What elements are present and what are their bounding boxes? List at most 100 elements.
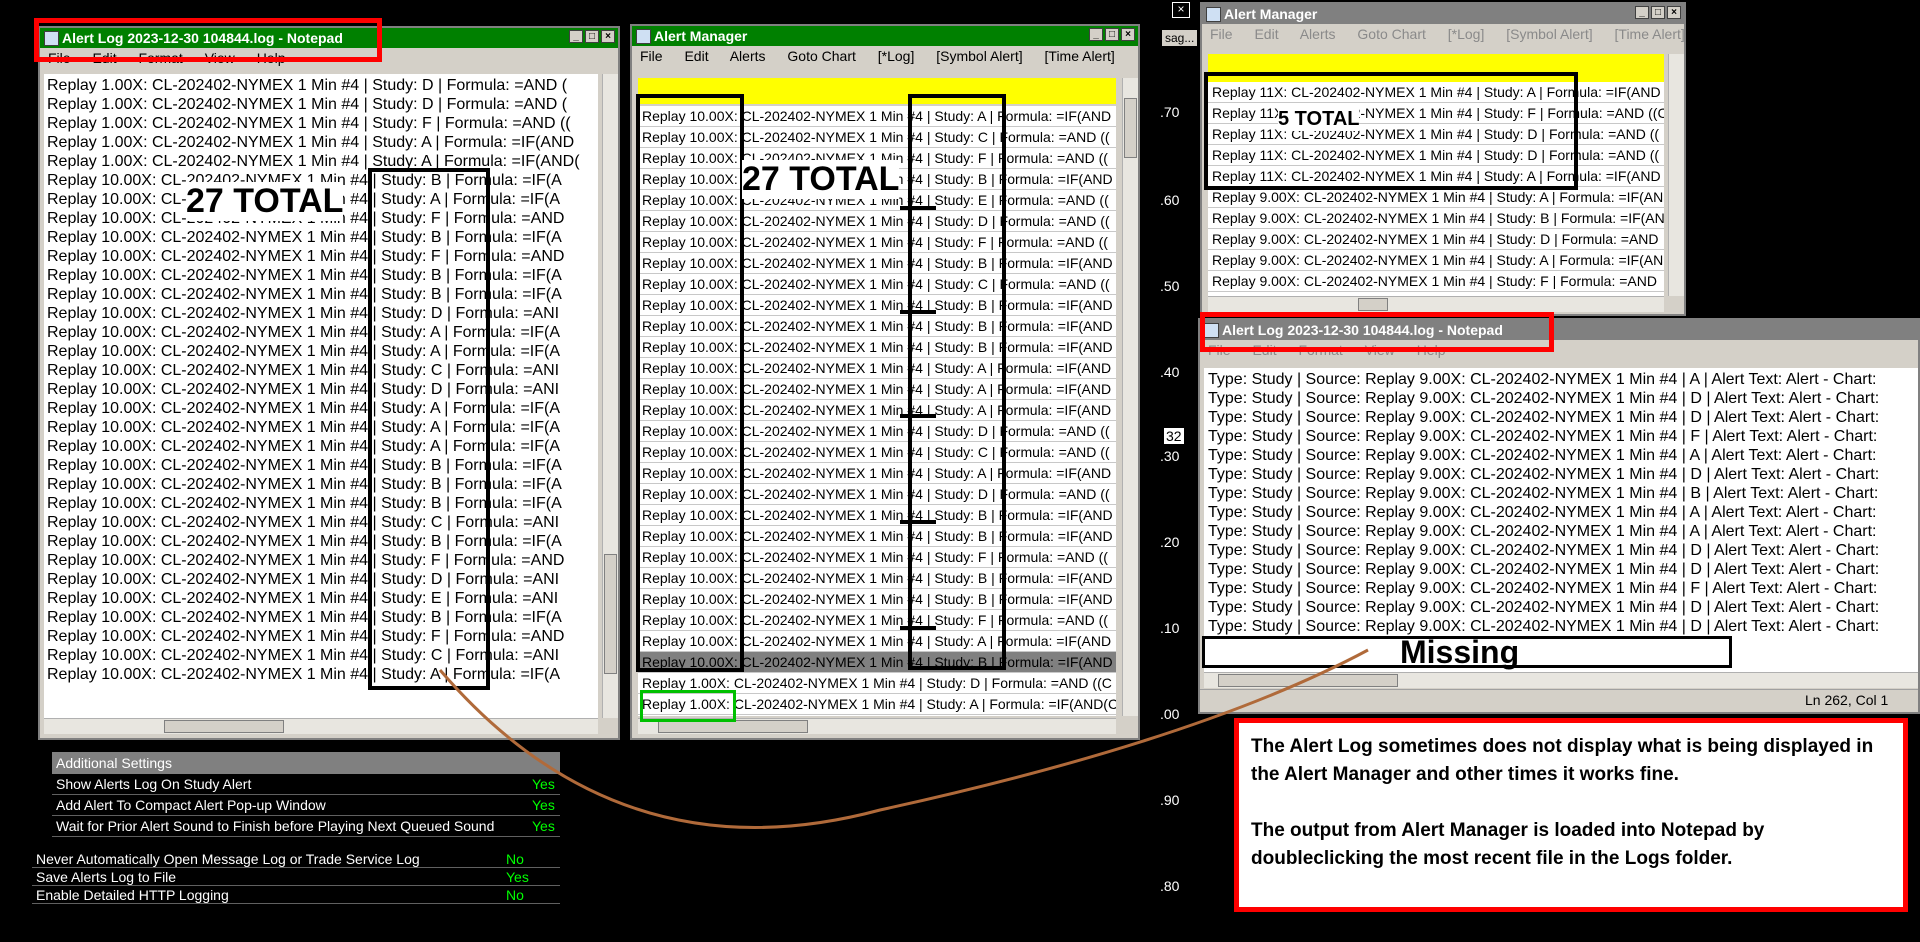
settings-value[interactable]: Yes	[532, 774, 555, 795]
alert-row[interactable]: Replay 10.00X: CL-202402-NYMEX 1 Min #4 …	[638, 526, 1116, 547]
menu-edit[interactable]: Edit	[1252, 342, 1276, 358]
alert-row[interactable]: Replay 10.00X: CL-202402-NYMEX 1 Min #4 …	[638, 337, 1116, 358]
scroll-thumb[interactable]	[164, 720, 284, 733]
settings-value[interactable]: Yes	[532, 816, 555, 837]
notepad-alert-log-window[interactable]: Alert Log 2023-12-30 104844.log - Notepa…	[38, 26, 620, 740]
scroll-thumb[interactable]	[1358, 298, 1388, 311]
alert-row[interactable]: Replay 10.00X: CL-202402-NYMEX 1 Min #4 …	[638, 379, 1116, 400]
menu-log[interactable]: [*Log]	[878, 48, 915, 64]
menu-edit[interactable]: Edit	[1254, 26, 1278, 42]
alert-row[interactable]: Replay 10.00X: CL-202402-NYMEX 1 Min #4 …	[638, 484, 1116, 505]
menu-edit[interactable]: Edit	[92, 50, 116, 66]
maximize-icon[interactable]: □	[585, 30, 599, 43]
notepad-text-area[interactable]: Type: Study | Source: Replay 9.00X: CL-2…	[1204, 368, 1918, 672]
menu-file[interactable]: File	[48, 50, 71, 66]
alert-row[interactable]: Replay 10.00X: CL-202402-NYMEX 1 Min #4 …	[638, 589, 1116, 610]
vertical-scrollbar[interactable]	[1668, 54, 1684, 296]
menu-alerts[interactable]: Alerts	[730, 48, 766, 64]
menu-symbol-alert[interactable]: [Symbol Alert]	[1506, 26, 1592, 42]
alert-row[interactable]: Replay 10.00X: CL-202402-NYMEX 1 Min #4 …	[638, 211, 1116, 232]
menu-edit[interactable]: Edit	[684, 48, 708, 64]
alert-row[interactable]: Replay 9.00X: CL-202402-NYMEX 1 Min #4 |…	[1208, 229, 1664, 250]
alert-row[interactable]: Replay 10.00X: CL-202402-NYMEX 1 Min #4 …	[638, 568, 1116, 589]
horizontal-scrollbar[interactable]	[44, 718, 598, 734]
minimize-icon[interactable]: _	[1635, 6, 1649, 19]
alert-row[interactable]: Replay 10.00X: CL-202402-NYMEX 1 Min #4 …	[638, 421, 1116, 442]
alert-row[interactable]: Replay 10.00X: CL-202402-NYMEX 1 Min #4 …	[638, 400, 1116, 421]
alert-manager-title-bar[interactable]: Alert Manager _ □ ×	[632, 26, 1138, 46]
alert-row[interactable]: Replay 10.00X: CL-202402-NYMEX 1 Min #4 …	[638, 127, 1116, 148]
alert-row[interactable]: Replay 10.00X: CL-202402-NYMEX 1 Min #4 …	[638, 505, 1116, 526]
menu-format[interactable]: Format	[1298, 342, 1342, 358]
menu-file[interactable]: File	[1210, 26, 1233, 42]
menu-log[interactable]: [*Log]	[1448, 26, 1485, 42]
alert-manager-window[interactable]: Alert Manager _ □ × File Edit Alerts Got…	[630, 24, 1140, 740]
menu-view[interactable]: View	[1365, 342, 1395, 358]
horizontal-scrollbar[interactable]	[1208, 296, 1664, 312]
menu-format[interactable]: Format	[138, 50, 182, 66]
alert-row[interactable]: Replay 9.00X: CL-202402-NYMEX 1 Min #4 |…	[1208, 271, 1664, 292]
horizontal-scrollbar[interactable]	[1204, 672, 1918, 688]
alert-row[interactable]: Replay 10.00X: CL-202402-NYMEX 1 Min #4 …	[638, 442, 1116, 463]
alert-row[interactable]: Replay 11X: CL-202402-NYMEX 1 Min #4 | S…	[1208, 82, 1664, 103]
settings-row[interactable]: Save Alerts Log to File Yes	[32, 868, 560, 886]
alert-manager-title-bar[interactable]: Alert Manager _ □ ×	[1202, 4, 1684, 24]
scroll-thumb[interactable]	[604, 554, 617, 674]
close-icon[interactable]: ×	[1667, 6, 1681, 19]
settings-value[interactable]: Yes	[532, 795, 555, 816]
notepad-title-bar[interactable]: Alert Log 2023-12-30 104844.log - Notepa…	[1200, 320, 1918, 340]
close-icon[interactable]: ×	[601, 30, 615, 43]
menu-file[interactable]: File	[1208, 342, 1231, 358]
vertical-scrollbar[interactable]	[602, 74, 618, 718]
alert-row[interactable]: Replay 10.00X: CL-202402-NYMEX 1 Min #4 …	[638, 652, 1116, 673]
settings-value[interactable]: Yes	[506, 868, 529, 886]
corner-close-icon[interactable]: ×	[1172, 2, 1190, 18]
alert-row[interactable]: Replay 10.00X: CL-202402-NYMEX 1 Min #4 …	[638, 610, 1116, 631]
menu-file[interactable]: File	[640, 48, 663, 64]
alert-row[interactable]: Replay 10.00X: CL-202402-NYMEX 1 Min #4 …	[638, 190, 1116, 211]
notepad-title-bar[interactable]: Alert Log 2023-12-30 104844.log - Notepa…	[40, 28, 618, 48]
menu-view[interactable]: View	[205, 50, 235, 66]
close-icon[interactable]: ×	[1121, 28, 1135, 41]
settings-row[interactable]: Never Automatically Open Message Log or …	[32, 850, 560, 868]
settings-row[interactable]: Enable Detailed HTTP Logging No	[32, 886, 560, 904]
menu-help[interactable]: Help	[1417, 342, 1446, 358]
alert-row[interactable]: Replay 10.00X: CL-202402-NYMEX 1 Min #4 …	[638, 253, 1116, 274]
menu-time-alert[interactable]: [Time Alert]	[1615, 26, 1684, 42]
alert-row[interactable]: Replay 1.00X: CL-202402-NYMEX 1 Min #4 |…	[638, 715, 1116, 716]
settings-row[interactable]: Wait for Prior Alert Sound to Finish bef…	[52, 816, 560, 837]
alert-list[interactable]: Replay 10.00X: CL-202402-NYMEX 1 Min #4 …	[638, 106, 1116, 716]
scroll-thumb[interactable]	[1124, 98, 1137, 158]
menu-alerts[interactable]: Alerts	[1300, 26, 1336, 42]
alert-row[interactable]: Replay 10.00X: CL-202402-NYMEX 1 Min #4 …	[638, 316, 1116, 337]
alert-row[interactable]: Replay 11X: CL-202402-NYMEX 1 Min #4 | S…	[1208, 103, 1664, 124]
alert-row[interactable]: Replay 1.00X: CL-202402-NYMEX 1 Min #4 |…	[638, 694, 1116, 715]
alert-row[interactable]: Replay 11X: CL-202402-NYMEX 1 Min #4 | S…	[1208, 166, 1664, 187]
scroll-thumb[interactable]	[658, 720, 808, 733]
menu-help[interactable]: Help	[257, 50, 286, 66]
alert-row[interactable]: Replay 10.00X: CL-202402-NYMEX 1 Min #4 …	[638, 169, 1116, 190]
minimize-icon[interactable]: _	[569, 30, 583, 43]
alert-row[interactable]: Replay 10.00X: CL-202402-NYMEX 1 Min #4 …	[638, 631, 1116, 652]
scroll-thumb[interactable]	[1218, 674, 1398, 687]
menu-symbol-alert[interactable]: [Symbol Alert]	[936, 48, 1022, 64]
alert-row[interactable]: Replay 10.00X: CL-202402-NYMEX 1 Min #4 …	[638, 106, 1116, 127]
vertical-scrollbar[interactable]	[1122, 78, 1138, 716]
alert-row[interactable]: Replay 9.00X: CL-202402-NYMEX 1 Min #4 |…	[1208, 250, 1664, 271]
menu-goto-chart[interactable]: Goto Chart	[1357, 26, 1425, 42]
minimize-icon[interactable]: _	[1089, 28, 1103, 41]
alert-row[interactable]: Replay 11X: CL-202402-NYMEX 1 Min #4 | S…	[1208, 124, 1664, 145]
alert-row[interactable]: Replay 9.00X: CL-202402-NYMEX 1 Min #4 |…	[1208, 208, 1664, 229]
settings-row[interactable]: Add Alert To Compact Alert Pop-up Window…	[52, 795, 560, 816]
maximize-icon[interactable]: □	[1651, 6, 1665, 19]
settings-value[interactable]: No	[506, 850, 524, 868]
corner-tab[interactable]: sag...	[1162, 30, 1198, 46]
alert-row[interactable]: Replay 11X: CL-202402-NYMEX 1 Min #4 | S…	[1208, 145, 1664, 166]
alert-row[interactable]: Replay 10.00X: CL-202402-NYMEX 1 Min #4 …	[638, 274, 1116, 295]
settings-value[interactable]: No	[506, 886, 524, 904]
notepad-text-area[interactable]: Replay 1.00X: CL-202402-NYMEX 1 Min #4 |…	[44, 74, 598, 718]
alert-row[interactable]: Replay 10.00X: CL-202402-NYMEX 1 Min #4 …	[638, 358, 1116, 379]
menu-time-alert[interactable]: [Time Alert]	[1045, 48, 1115, 64]
alert-manager-window-2[interactable]: Alert Manager _ □ × File Edit Alerts Got…	[1200, 2, 1686, 316]
alert-row[interactable]: Replay 9.00X: CL-202402-NYMEX 1 Min #4 |…	[1208, 187, 1664, 208]
